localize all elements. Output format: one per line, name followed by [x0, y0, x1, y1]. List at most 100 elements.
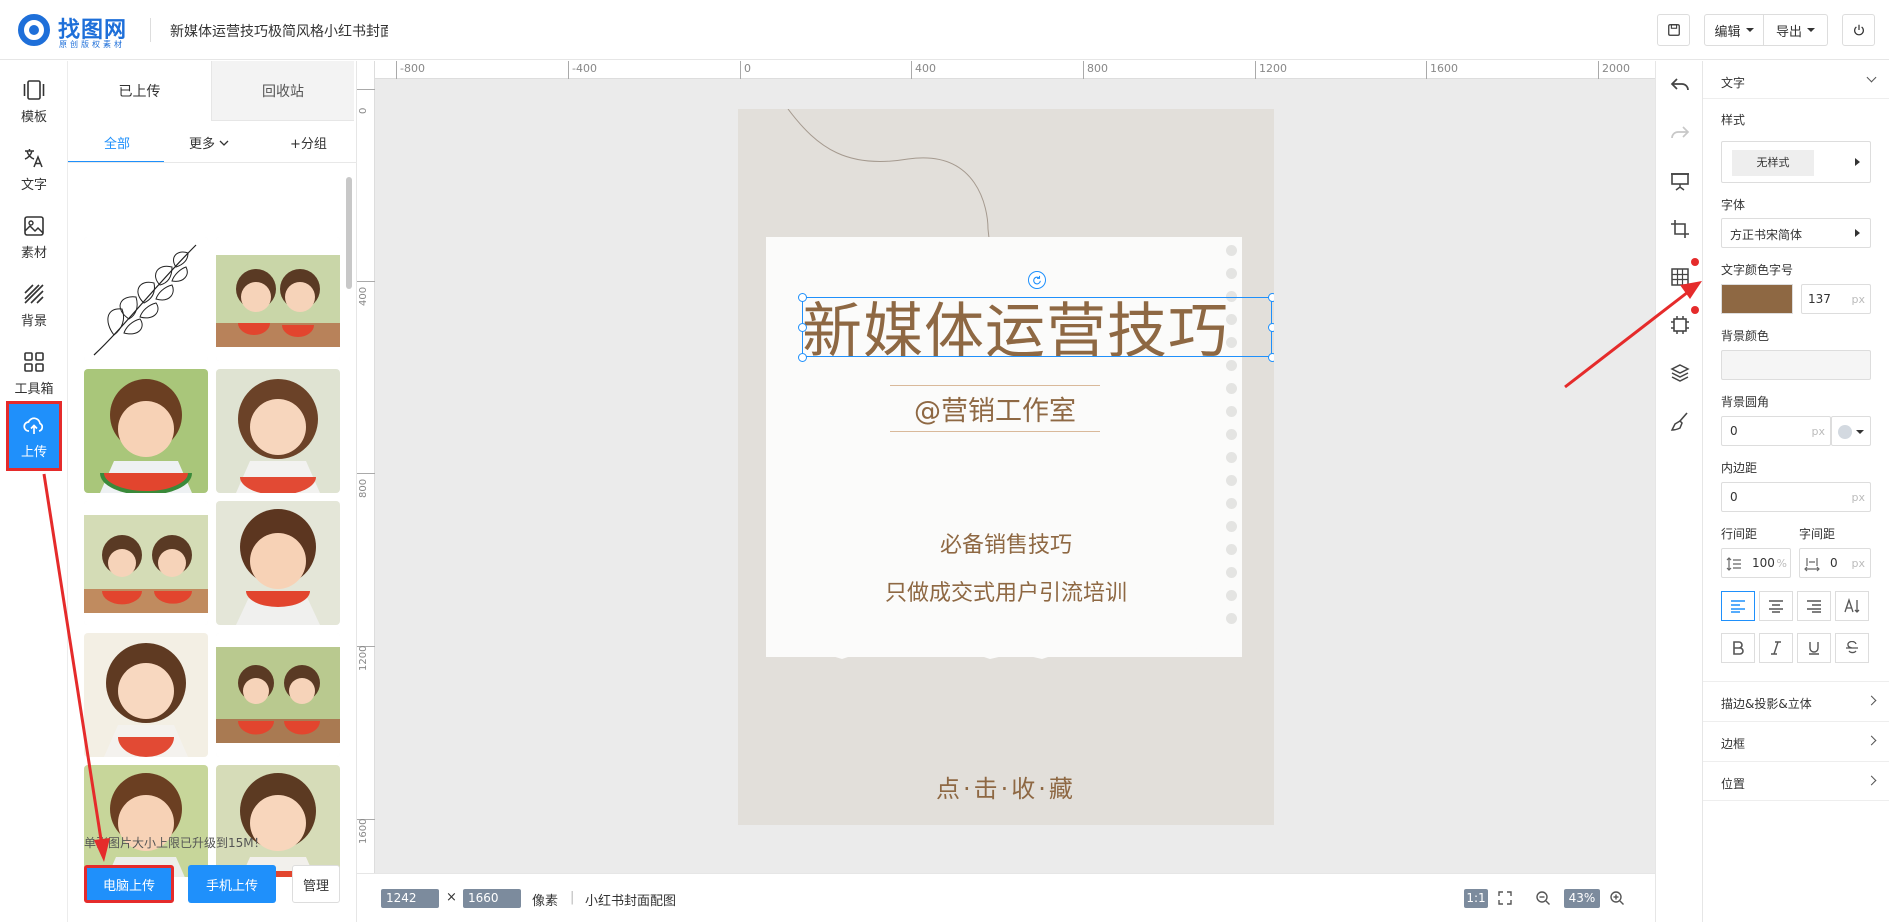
template-icon [23, 79, 45, 100]
logo-subtitle: 原创版权素材 [59, 40, 125, 49]
site-logo[interactable]: 找图网 原创版权素材 [18, 12, 158, 49]
leaf-sketch-image [84, 237, 208, 361]
zoom-in-icon[interactable] [1609, 890, 1625, 906]
export-menu-label: 导出 [1775, 24, 1802, 40]
style-select[interactable]: 无样式 [1721, 141, 1871, 183]
resize-handle[interactable] [1268, 293, 1274, 302]
document-title[interactable]: 新媒体运营技巧极简风格小红书封面配图 [170, 21, 388, 41]
line-height-input[interactable]: 100 % [1721, 548, 1791, 578]
text-section-header[interactable]: 文字 [1703, 61, 1889, 99]
resize-handle[interactable] [798, 293, 807, 302]
manage-button[interactable]: 管理 [292, 865, 340, 903]
zoom-out-icon[interactable] [1535, 890, 1551, 906]
nav-toolbox[interactable]: 工具箱 [6, 341, 62, 405]
export-menu-button[interactable]: 导出 [1764, 14, 1828, 46]
canvas-collect-text[interactable]: 点·击·收·藏 [738, 769, 1274, 804]
font-size-input[interactable]: 137 px [1801, 284, 1871, 314]
fit-screen-icon[interactable] [1497, 890, 1513, 906]
filter-more[interactable]: 更多 [189, 133, 229, 152]
nav-upload[interactable]: 上传 [6, 401, 62, 471]
resize-handle[interactable] [1268, 353, 1274, 362]
uploaded-image-kids-watermelon-1[interactable] [216, 237, 340, 361]
dimension-times: × [446, 890, 457, 905]
canvas-studio-text[interactable]: @营销工作室 [890, 385, 1100, 432]
bold-button[interactable] [1721, 633, 1755, 663]
phone-upload-button[interactable]: 手机上传 [188, 865, 276, 903]
nav-text[interactable]: 文字 [6, 137, 62, 201]
nav-upload-label: 上传 [20, 444, 47, 460]
girl-watermelon-image [216, 369, 340, 493]
resize-handle[interactable] [798, 353, 807, 362]
ruler-label: 0 [744, 62, 751, 75]
vertical-text-button[interactable] [1835, 591, 1869, 621]
tab-trash[interactable]: 回收站 [211, 61, 354, 121]
underline-button[interactable] [1797, 633, 1831, 663]
canvas-tip-line-1[interactable]: 必备销售技巧 [738, 527, 1274, 559]
font-label: 字体 [1721, 198, 1746, 212]
boy-watermelon-image [84, 369, 208, 493]
selection-box [802, 297, 1272, 357]
tab-uploaded[interactable]: 已上传 [68, 61, 211, 121]
uploaded-image-boy-eating[interactable] [216, 501, 340, 625]
girl-laughing-image [216, 765, 340, 877]
uploaded-image-girl-laughing[interactable] [216, 765, 340, 877]
canvas-width-input[interactable]: 1242 [381, 889, 439, 908]
resize-handle[interactable] [1268, 323, 1274, 332]
ruler-tick: 800 [1083, 61, 1108, 79]
italic-button[interactable] [1759, 633, 1793, 663]
table-button[interactable] [1669, 266, 1691, 288]
left-nav: 模板 文字 素材 背景 工具箱 上传 [0, 61, 68, 922]
bg-color-picker[interactable] [1721, 350, 1871, 380]
zoom-level[interactable]: 43% [1564, 889, 1600, 908]
chevron-down-icon [1745, 28, 1754, 32]
uploaded-image-kids-watermelon-3[interactable] [216, 633, 340, 757]
align-left-button[interactable] [1721, 591, 1755, 621]
bg-radius-input[interactable]: 0 px [1721, 416, 1831, 446]
nav-material[interactable]: 素材 [6, 205, 62, 269]
uploaded-image-girl-smiling[interactable] [84, 633, 208, 757]
save-button[interactable] [1657, 14, 1690, 46]
layers-button[interactable] [1669, 362, 1691, 384]
rotate-handle[interactable] [1028, 271, 1046, 289]
artboard-button[interactable] [1669, 314, 1691, 336]
nav-background[interactable]: 背景 [6, 273, 62, 337]
strikethrough-button[interactable] [1835, 633, 1869, 663]
uploaded-image-kids-watermelon-2[interactable] [84, 501, 208, 625]
add-group-button[interactable]: +分组 [290, 133, 327, 152]
padding-input[interactable]: 0 px [1721, 482, 1871, 512]
uploaded-image-girl-watermelon[interactable] [216, 369, 340, 493]
uploaded-image-boy-summer[interactable] [84, 765, 208, 877]
clean-brush-button[interactable] [1669, 410, 1691, 432]
resize-handle[interactable] [798, 323, 807, 332]
ruler-tick: 1200 [357, 646, 375, 671]
position-section[interactable]: 位置 [1703, 761, 1889, 801]
filter-all[interactable]: 全部 [104, 133, 130, 152]
edit-menu-button[interactable]: 编辑 [1704, 14, 1764, 46]
properties-panel: 文字 样式 无样式 字体 方正书宋简体 文字颜色字号 137 px 背景颜色 背… [1703, 61, 1889, 922]
torn-paper-edge [766, 629, 1242, 659]
nav-template[interactable]: 模板 [6, 69, 62, 133]
font-select[interactable]: 方正书宋简体 [1721, 218, 1871, 248]
align-right-button[interactable] [1797, 591, 1831, 621]
uploaded-image-leaf-sketch[interactable] [84, 237, 208, 361]
presentation-button[interactable] [1669, 170, 1691, 192]
text-color-swatch[interactable] [1721, 284, 1793, 314]
horizontal-ruler: -800 -400 0 400 800 1200 1600 2000 [375, 61, 1655, 79]
actual-size-button[interactable]: 1:1 [1464, 889, 1488, 908]
uploaded-image-boy-watermelon[interactable] [84, 369, 208, 493]
redo-button[interactable] [1669, 122, 1691, 144]
design-page[interactable]: 新媒体运营技巧 @营销工作室 必备销售技巧 只做成交式用户引流培训 点·击·收·… [738, 109, 1274, 825]
align-left-icon [1731, 600, 1745, 613]
computer-upload-button[interactable]: 电脑上传 [84, 865, 174, 903]
canvas-height-input[interactable]: 1660 [463, 889, 521, 908]
undo-button[interactable] [1669, 74, 1691, 96]
radius-color-dropdown[interactable] [1831, 416, 1871, 446]
power-button[interactable] [1842, 14, 1875, 46]
image-list-scrollbar[interactable] [346, 177, 352, 289]
letter-spacing-input[interactable]: 0 px [1799, 548, 1871, 578]
align-center-button[interactable] [1759, 591, 1793, 621]
crop-button[interactable] [1669, 218, 1691, 240]
border-section[interactable]: 边框 [1703, 721, 1889, 761]
canvas-tip-line-2[interactable]: 只做成交式用户引流培训 [738, 575, 1274, 607]
stroke-shadow-section[interactable]: 描边&投影&立体 [1703, 681, 1889, 721]
